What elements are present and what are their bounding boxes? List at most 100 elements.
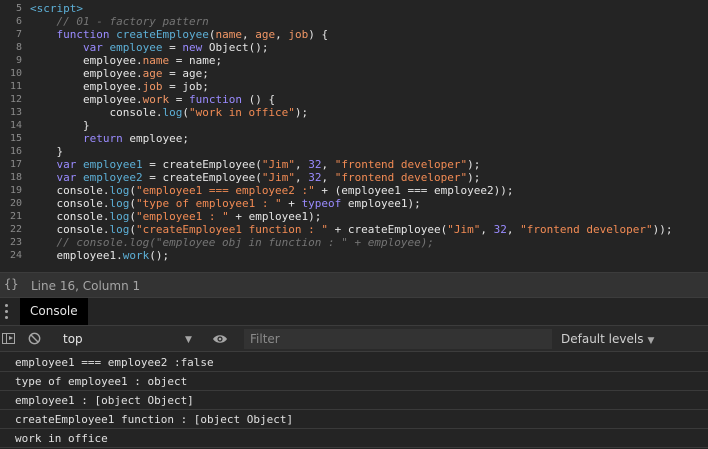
code-token: )); [652, 223, 673, 236]
kebab-menu-icon[interactable] [3, 304, 9, 320]
line-number[interactable]: 16 [0, 145, 22, 158]
code-text: var employee = new Object(); [30, 41, 268, 54]
line-number[interactable]: 22 [0, 223, 22, 236]
code-token: "Jim" [261, 158, 295, 171]
code-token: log [109, 210, 130, 223]
code-token: log [109, 184, 130, 197]
context-value: top [63, 332, 83, 346]
code-text: } [30, 119, 90, 132]
line-number[interactable]: 6 [0, 15, 22, 28]
code-text: } [30, 145, 63, 158]
dropdown-caret-icon: ▼ [185, 335, 192, 345]
code-token: "work in office" [188, 106, 295, 119]
code-token: "employee1 === employee2 :" [135, 184, 315, 197]
line-number[interactable]: 8 [0, 41, 22, 54]
line-number[interactable]: 20 [0, 197, 22, 210]
code-token: ( [129, 184, 136, 197]
status-bar: {} Line 16, Column 1 [0, 272, 708, 297]
code-token: typeof [301, 197, 348, 210]
log-levels-selector[interactable]: Default levels ▼ [561, 330, 654, 348]
code-token: ( [182, 106, 189, 119]
clear-console-icon[interactable] [28, 332, 41, 345]
code-text: var employee1 = createEmployee("Jim", 32… [30, 158, 481, 171]
line-number[interactable]: 23 [0, 236, 22, 249]
code-token: employee; [129, 132, 189, 145]
tab-console[interactable]: Console [20, 298, 88, 325]
code-token: var [82, 41, 110, 54]
eye-icon[interactable] [212, 333, 228, 345]
code-token: = job; [162, 80, 209, 93]
code-token: log [109, 197, 130, 210]
drawer-tabbar: Console [0, 297, 708, 326]
context-selector[interactable]: top ▼ [58, 330, 198, 348]
code-token: employee1. [30, 249, 123, 262]
filter-input[interactable] [244, 329, 552, 349]
line-number[interactable]: 21 [0, 210, 22, 223]
console-message: work in office [0, 429, 708, 448]
code-token: console. [30, 223, 110, 236]
code-token: , [506, 223, 521, 236]
code-text: <script> [30, 2, 83, 15]
code-token: ) { [308, 28, 329, 41]
code-token: work [122, 249, 150, 262]
pretty-print-icon[interactable]: {} [4, 277, 18, 291]
code-token: employee1); [347, 197, 421, 210]
console-message-text: createEmployee1 function : [object Objec… [15, 413, 294, 426]
code-text: function createEmployee(name, age, job) … [30, 28, 329, 41]
code-text: employee.work = function () { [30, 93, 275, 106]
code-token: + employee1); [228, 210, 322, 223]
line-number[interactable]: 24 [0, 249, 22, 262]
code-token: = createEmployee( [142, 171, 262, 184]
line-number[interactable]: 7 [0, 28, 22, 41]
code-token: "employee1 : " [135, 210, 229, 223]
sidebar-toggle-icon[interactable] [2, 333, 15, 344]
line-number[interactable]: 17 [0, 158, 22, 171]
code-token: + createEmployee( [328, 223, 448, 236]
code-text: // console.log("employee obj in function… [30, 236, 434, 249]
code-token: log [162, 106, 183, 119]
line-number[interactable]: 18 [0, 171, 22, 184]
code-token: var [56, 171, 83, 184]
code-token: age [142, 67, 163, 80]
code-token: "createEmployee1 function : " [135, 223, 329, 236]
code-token: var [56, 158, 83, 171]
code-editor[interactable]: 5 <script> 6 // 01 - factory pattern 7 func… [0, 0, 708, 272]
code-token: work [142, 93, 170, 106]
code-token: console. [30, 197, 110, 210]
code-token: ); [467, 171, 481, 184]
line-number[interactable]: 15 [0, 132, 22, 145]
line-number[interactable]: 14 [0, 119, 22, 132]
code-token: = [169, 93, 189, 106]
console-message: type of employee1 : object [0, 372, 708, 391]
line-number[interactable]: 9 [0, 54, 22, 67]
code-token: 32 [308, 171, 322, 184]
code-token: createEmployee [116, 28, 209, 41]
line-number[interactable]: 13 [0, 106, 22, 119]
line-number[interactable]: 5 [0, 2, 22, 15]
code-token: , [321, 158, 335, 171]
code-text: console.log("employee1 : " + employee1); [30, 210, 321, 223]
code-token: ( [129, 210, 136, 223]
console-message: employee1 === employee2 :false [0, 353, 708, 372]
code-text: console.log("work in office"); [30, 106, 308, 119]
code-token: console. [30, 184, 110, 197]
code-token: console. [30, 106, 163, 119]
log-levels-value: Default levels [561, 332, 644, 346]
code-token: "Jim" [447, 223, 481, 236]
line-number[interactable]: 10 [0, 67, 22, 80]
line-number[interactable]: 19 [0, 184, 22, 197]
line-number[interactable]: 12 [0, 93, 22, 106]
code-token: name [215, 28, 242, 41]
code-text: employee.name = name; [30, 54, 222, 67]
code-token: , [294, 171, 309, 184]
code-text: console.log("type of employee1 : " + typ… [30, 197, 421, 210]
code-token: "frontend developer" [334, 158, 468, 171]
code-token: job [288, 28, 309, 41]
code-text: console.log("employee1 === employee2 :" … [30, 184, 513, 197]
code-token: ( [129, 223, 136, 236]
line-number[interactable]: 11 [0, 80, 22, 93]
